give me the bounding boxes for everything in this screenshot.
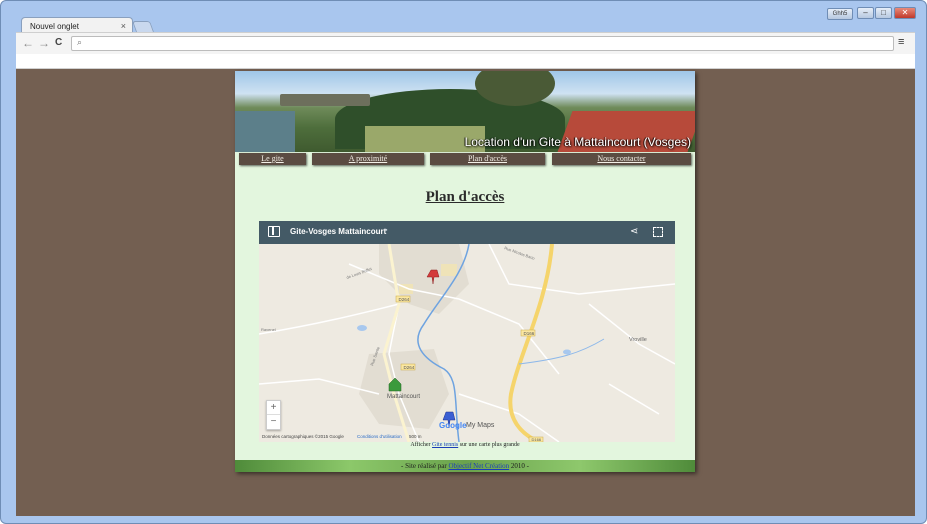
street-label-ravenel: Ravenel (261, 327, 276, 332)
forward-arrow-icon[interactable]: → (38, 36, 50, 50)
nav-plan-acces[interactable]: Plan d'accès (430, 153, 545, 165)
google-logo: Google (439, 421, 467, 430)
reload-icon[interactable]: C (55, 36, 62, 50)
map-scale: 500 m (409, 434, 422, 439)
new-tab-button[interactable] (131, 21, 155, 32)
zoom-out-button[interactable]: − (267, 415, 280, 429)
nav-le-gite[interactable]: Le gite (239, 153, 306, 165)
map-canvas[interactable]: D264 D166 D264 D166 Mattaincourt Vrovill… (259, 244, 675, 442)
site-container: Location d'un Gite à Mattaincourt (Vosge… (235, 71, 695, 472)
footer-credit-link[interactable]: Objectif Net Création (448, 462, 509, 470)
address-bar[interactable]: ⌕ (71, 36, 894, 51)
share-icon[interactable]: ⋖ (630, 226, 638, 237)
tab-close-icon[interactable]: × (121, 21, 126, 31)
tab-label: Nouvel onglet (30, 22, 79, 31)
nav-a-proximite[interactable]: A proximité (312, 153, 424, 165)
place-label-mattaincourt: Mattaincourt (387, 394, 420, 400)
road-label-d264-north: D264 (399, 297, 410, 302)
title-bar: Nouvel onglet × Ghh5 – □ ✕ (1, 1, 926, 34)
browser-toolbar: ← → C ⌕ ≡ (16, 32, 915, 54)
bookmark-bar (16, 54, 915, 69)
browser-window: Nouvel onglet × Ghh5 – □ ✕ ← → C ⌕ ≡ Loc… (0, 0, 927, 524)
embedded-map[interactable]: Gite-Vosges Mattaincourt ▪ ⋖ D264 D166 D… (259, 221, 675, 442)
banner-water (235, 111, 295, 152)
road-label-d264-south: D264 (404, 365, 415, 370)
place-label-vroville: Vroville (629, 337, 647, 343)
map-caption: Afficher Gite tennis sur une carte plus … (235, 442, 695, 448)
menu-icon[interactable]: ≡ (898, 36, 904, 48)
map-info-icon[interactable]: ▪ (385, 227, 387, 234)
close-window-button[interactable]: ✕ (894, 7, 916, 19)
banner-bridge (280, 94, 370, 106)
profile-badge[interactable]: Ghh5 (827, 8, 853, 20)
page-viewport: Location d'un Gite à Mattaincourt (Vosge… (16, 69, 915, 516)
search-icon: ⌕ (77, 37, 83, 47)
minimize-button[interactable]: – (857, 7, 874, 19)
back-arrow-icon[interactable]: ← (22, 36, 34, 50)
site-footer: - Site réalisé par Objectif Net Création… (235, 460, 695, 472)
address-input[interactable] (90, 38, 885, 49)
map-attribution: Données cartographiques ©2015 Google (262, 434, 344, 439)
zoom-control: + − (266, 400, 281, 430)
footer-after: 2010 - (510, 462, 529, 470)
fullscreen-icon[interactable] (653, 227, 663, 237)
mymaps-label: My Maps (466, 422, 495, 429)
larger-map-link[interactable]: Gite tennis (432, 442, 458, 448)
banner-title: Location d'un Gite à Mattaincourt (Vosge… (464, 135, 691, 149)
map-header: Gite-Vosges Mattaincourt ▪ ⋖ (259, 221, 675, 244)
nav-nous-contacter[interactable]: Nous contacter (552, 153, 691, 165)
map-title: Gite-Vosges Mattaincourt (290, 227, 387, 236)
map-legend-icon[interactable] (268, 226, 280, 237)
map-terms-link[interactable]: Conditions d'utilisation (357, 434, 402, 439)
page-title: Plan d'accès (425, 189, 505, 205)
footer-before: - Site réalisé par (401, 462, 447, 470)
map-caption-after: sur une carte plus grande (459, 442, 520, 448)
zoom-in-button[interactable]: + (267, 401, 280, 415)
maximize-button[interactable]: □ (875, 7, 892, 19)
site-nav: Le gite A proximité Plan d'accès Nous co… (235, 152, 695, 166)
banner-photo: Location d'un Gite à Mattaincourt (Vosge… (235, 71, 695, 152)
road-label-d166: D166 (524, 331, 535, 336)
map-caption-before: Afficher (410, 442, 431, 448)
